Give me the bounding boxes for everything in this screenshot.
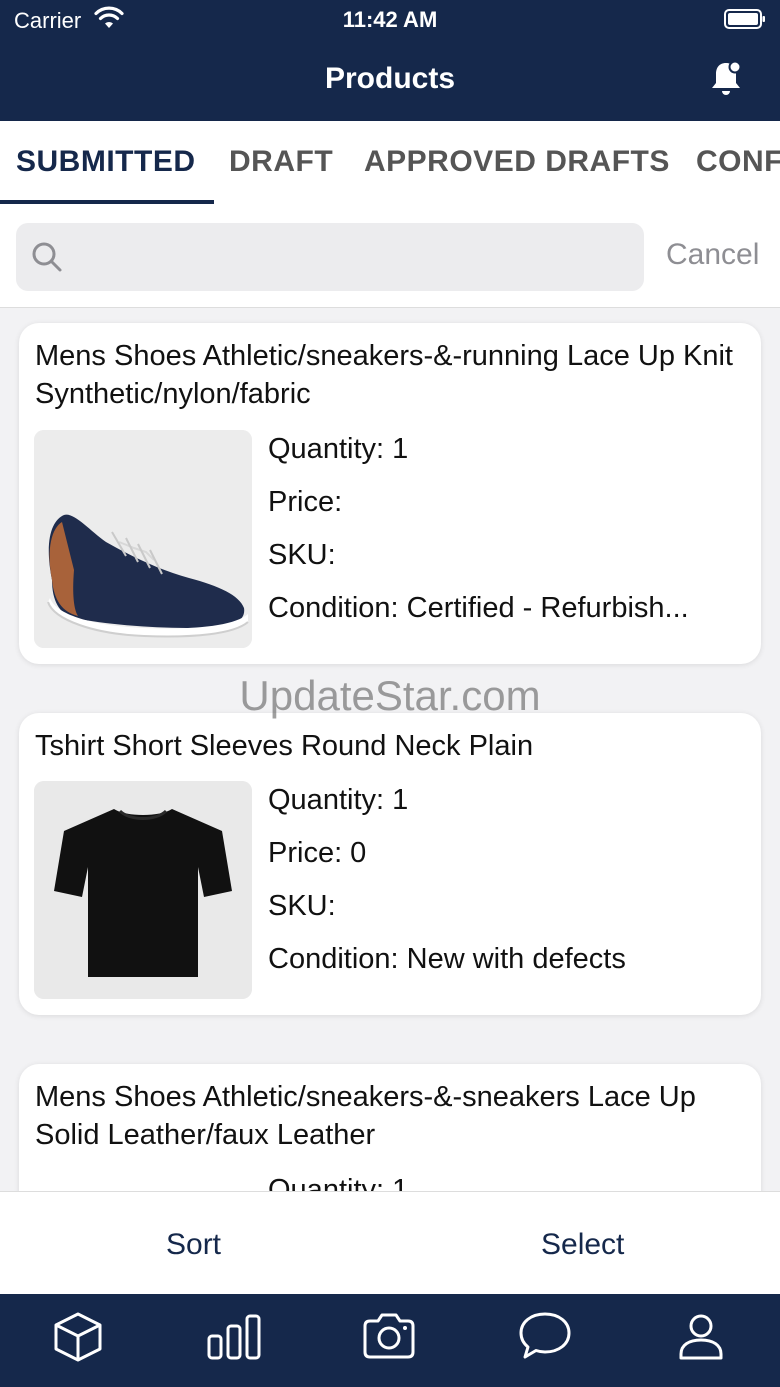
product-details: Quantity: 1 bbox=[268, 1164, 748, 1191]
product-details: Quantity: 1 Price: SKU: Condition: Certi… bbox=[268, 423, 748, 635]
tab-approved-drafts[interactable]: APPROVED DRAFTS bbox=[364, 145, 670, 179]
tshirt-image bbox=[34, 781, 252, 999]
search-input[interactable] bbox=[76, 223, 636, 291]
search-field bbox=[16, 223, 644, 291]
product-title: Mens Shoes Athletic/sneakers-&-running L… bbox=[35, 340, 733, 410]
product-card[interactable]: Tshirt Short Sleeves Round Neck Plain Qu… bbox=[19, 713, 761, 1015]
product-quantity: Quantity: 1 bbox=[268, 1174, 409, 1191]
search-area: Cancel bbox=[0, 204, 780, 308]
select-button[interactable]: Select bbox=[541, 1228, 624, 1262]
camera-icon[interactable] bbox=[359, 1306, 419, 1366]
product-sku: SKU: bbox=[268, 539, 336, 571]
tshirt-illustration bbox=[34, 781, 252, 999]
sneaker-image bbox=[34, 430, 252, 648]
notification-bell-icon[interactable] bbox=[708, 58, 744, 98]
sneaker-illustration bbox=[34, 430, 252, 648]
bar-chart-icon[interactable] bbox=[204, 1306, 264, 1366]
product-condition: Condition: Certified - Refurbish... bbox=[268, 592, 689, 624]
action-bar: Sort Select bbox=[0, 1191, 780, 1294]
status-tabs: SUBMITTED DRAFT APPROVED DRAFTS CONF bbox=[0, 121, 780, 204]
product-condition: Condition: New with defects bbox=[268, 943, 626, 975]
product-title: Tshirt Short Sleeves Round Neck Plain bbox=[35, 730, 534, 762]
product-title: Mens Shoes Athletic/sneakers-&-sneakers … bbox=[35, 1081, 696, 1151]
nav-bar: Products bbox=[0, 40, 780, 121]
battery-icon bbox=[724, 9, 765, 29]
tab-conf[interactable]: CONF bbox=[696, 145, 780, 179]
sort-button[interactable]: Sort bbox=[166, 1228, 221, 1262]
search-icon bbox=[32, 242, 62, 272]
product-card[interactable]: Mens Shoes Athletic/sneakers-&-sneakers … bbox=[19, 1064, 761, 1191]
product-price: Price: bbox=[268, 486, 343, 518]
product-list[interactable]: Mens Shoes Athletic/sneakers-&-running L… bbox=[0, 309, 780, 1191]
cancel-button[interactable]: Cancel bbox=[666, 238, 759, 272]
product-sku: SKU: bbox=[268, 890, 336, 922]
product-quantity: Quantity: 1 bbox=[268, 433, 409, 465]
cube-icon[interactable] bbox=[48, 1306, 108, 1366]
product-quantity: Quantity: 1 bbox=[268, 784, 409, 816]
status-time: 11:42 AM bbox=[342, 7, 438, 32]
chat-bubble-icon[interactable] bbox=[515, 1306, 575, 1366]
status-bar: Carrier 11:42 AM bbox=[0, 0, 780, 40]
profile-icon[interactable] bbox=[671, 1306, 731, 1366]
product-details: Quantity: 1 Price: 0 SKU: Condition: New… bbox=[268, 774, 748, 986]
tab-submitted[interactable]: SUBMITTED bbox=[16, 145, 196, 179]
product-card[interactable]: Mens Shoes Athletic/sneakers-&-running L… bbox=[19, 323, 761, 664]
tab-draft[interactable]: DRAFT bbox=[229, 145, 333, 179]
product-price: Price: 0 bbox=[268, 837, 367, 869]
bottom-tab-bar bbox=[0, 1294, 780, 1387]
page-title: Products bbox=[324, 62, 456, 95]
